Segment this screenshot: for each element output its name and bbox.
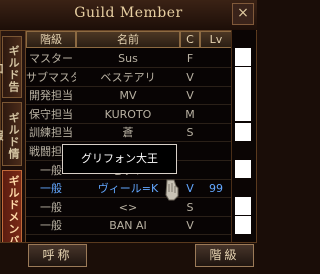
title-bar[interactable]: Guild Member × [0,0,257,31]
cell-c: M [185,107,195,121]
cell-lv [200,106,232,124]
cell-rank: マスター [29,52,73,65]
cell-rank: 一般 [40,182,62,196]
cell-c: V [186,89,194,103]
cell-c: V [186,70,194,84]
level-mask [235,85,251,103]
member-tooltip: グリフォン大王 [62,144,177,174]
header-rank[interactable]: 階級 [26,31,76,48]
table-row[interactable]: 訓練担当 蒼 S [26,124,232,143]
header-name[interactable]: 名前 [76,31,180,48]
cell-rank: 一般 [40,219,62,233]
gauntlet-cursor-icon [165,179,179,201]
header-class[interactable]: C [180,31,200,48]
cell-c: S [186,200,194,214]
table-row[interactable]: サブマスター ベステアリ V [26,69,232,87]
level-mask [235,123,251,141]
cell-c [180,162,200,180]
cell-lv [200,50,232,68]
table-row[interactable]: 一般 BAN AI V [26,217,232,236]
cell-c: V [186,182,194,196]
close-icon[interactable]: × [232,3,254,25]
cell-name: 蒼 [122,126,134,140]
call-name-button[interactable]: 呼称 [28,244,87,267]
cell-name: BAN AI [109,219,147,233]
header-level[interactable]: Lv [200,31,232,48]
tab-guild-info[interactable]: ギルド情報 [0,102,22,166]
rank-button[interactable]: 階級 [195,244,254,267]
cell-lv [200,87,232,105]
cell-c: F [186,52,194,65]
cell-lv [200,124,232,142]
cell-lv [200,199,232,217]
cell-lv [200,217,232,235]
table-row[interactable]: 開発担当 MV V [26,87,232,106]
cell-name: ベステアリ [100,70,156,84]
cell-rank: 訓練担当 [29,126,73,140]
table-row[interactable]: マスター Sus F [26,50,232,68]
cell-name: MV [119,89,137,103]
cell-c: V [186,219,194,233]
cell-lv: 99 [209,182,223,196]
cell-lv [200,69,232,87]
cell-c: S [186,126,194,140]
level-mask [235,67,251,85]
row-divider [26,234,232,236]
cell-lv [200,162,232,180]
level-mask [235,103,251,121]
tab-guild-notice[interactable]: ギルド告知 [0,36,22,98]
window-title: Guild Member [74,5,183,21]
level-mask [235,216,251,234]
member-list: 階級 名前 C Lv マスターSusFサブマスターベステアリV開発担当MVV保守… [25,30,233,244]
level-mask [235,48,251,66]
cell-rank: 一般 [40,200,62,214]
cell-lv [200,143,232,161]
cell-rank: 開発担当 [29,89,73,103]
cell-rank: 保守担当 [29,107,73,121]
cell-c [180,143,200,161]
table-row[interactable]: 保守担当 KUROTO M [26,106,232,124]
level-column-scroll[interactable] [231,30,256,242]
table-row[interactable]: 一般 <> S [26,199,232,217]
cell-rank: サブマスター [26,70,76,84]
cell-name: KUROTO [104,107,152,121]
table-row[interactable]: 一般 ヴィール=K V 99 [26,180,232,199]
level-mask [235,160,251,178]
level-mask [235,197,251,215]
cell-name: Sus [118,52,138,65]
